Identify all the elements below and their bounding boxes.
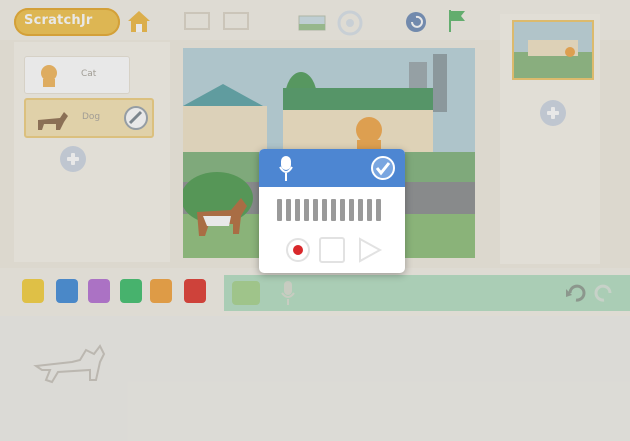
- meter-bar: [358, 199, 363, 221]
- meter-bar: [340, 199, 345, 221]
- meter-bar: [331, 199, 336, 221]
- stop-icon[interactable]: [319, 237, 345, 263]
- scratchjr-project-editor: ScratchJr Cat Dog: [0, 0, 630, 441]
- sound-recorder-dialog: [259, 149, 405, 273]
- meter-bar: [376, 199, 381, 221]
- microphone-icon: [279, 156, 293, 181]
- meter-bar: [367, 199, 372, 221]
- meter-bar: [322, 199, 327, 221]
- meter-bar: [349, 199, 354, 221]
- dialog-header: [259, 149, 405, 187]
- meter-bar: [295, 199, 300, 221]
- play-icon[interactable]: [357, 237, 383, 263]
- checkmark-icon[interactable]: [371, 156, 395, 180]
- meter-bar: [313, 199, 318, 221]
- meter-bar: [304, 199, 309, 221]
- record-icon[interactable]: [285, 237, 311, 263]
- meter-bar: [286, 199, 291, 221]
- volume-meter: [277, 199, 387, 221]
- meter-bar: [277, 199, 282, 221]
